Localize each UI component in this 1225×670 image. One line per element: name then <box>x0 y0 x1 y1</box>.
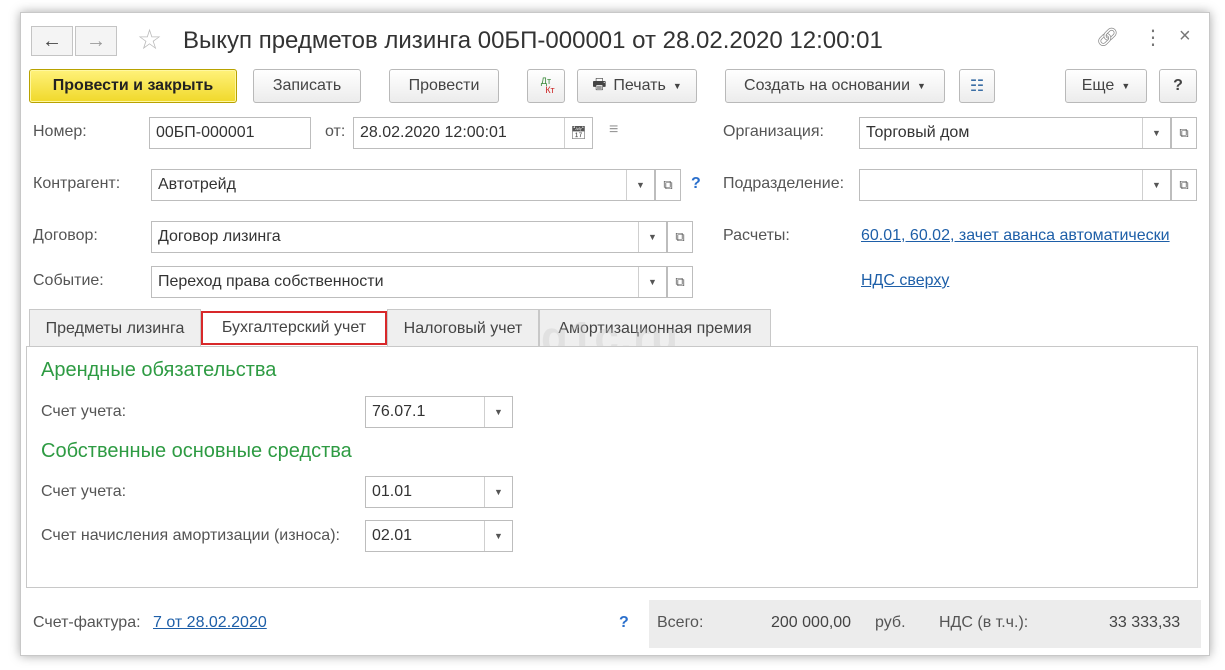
own-account-field[interactable]: 01.01 ▼ <box>365 476 513 508</box>
organization-value: Торговый дом <box>866 124 970 141</box>
contract-label: Договор: <box>33 227 98 244</box>
close-icon[interactable]: × <box>1179 25 1191 48</box>
depreciation-account-value: 02.01 <box>372 527 413 544</box>
organization-label: Организация: <box>723 123 824 140</box>
chevron-down-icon: ▼ <box>917 81 926 91</box>
kt-label: Кт <box>545 85 555 95</box>
lease-account-field[interactable]: 76.07.1 ▼ <box>365 396 513 428</box>
date-field[interactable]: 28.02.2020 12:00:01 📅︎ <box>353 117 593 149</box>
organization-field[interactable]: Торговый дом ▼ <box>859 117 1171 149</box>
subdivision-label: Подразделение: <box>723 175 845 192</box>
depreciation-account-field[interactable]: 02.01 ▼ <box>365 520 513 552</box>
event-label: Событие: <box>33 272 104 289</box>
print-label: Печать <box>613 77 666 94</box>
post-and-close-button[interactable]: Провести и закрыть <box>29 69 237 103</box>
open-icon[interactable]: ⧉ <box>1171 117 1197 149</box>
contract-field[interactable]: Договор лизинга ▼ <box>151 221 667 253</box>
tab-tax-accounting[interactable]: Налоговый учет <box>387 309 539 347</box>
chevron-down-icon: ▼ <box>1121 81 1131 91</box>
create-based-on-label: Создать на основании <box>744 77 911 94</box>
lease-account-label: Счет учета: <box>41 403 127 420</box>
subdivision-field[interactable]: ▼ <box>859 169 1171 201</box>
tab-leasing-items[interactable]: Предметы лизинга <box>29 309 201 347</box>
counterparty-field[interactable]: Автотрейд ▼ <box>151 169 655 201</box>
own-fixed-assets-heading: Собственные основные средства <box>41 440 352 462</box>
contract-value: Договор лизинга <box>158 228 281 245</box>
forward-button[interactable]: → <box>75 26 117 56</box>
chevron-down-icon[interactable]: ▼ <box>1142 118 1170 148</box>
totals-bar: Всего: 200 000,00 руб. НДС (в т.ч.): 33 … <box>649 600 1201 648</box>
counterparty-help[interactable]: ? <box>691 175 701 193</box>
settlements-label: Расчеты: <box>723 227 790 244</box>
counterparty-value: Автотрейд <box>158 176 236 193</box>
save-button[interactable]: Записать <box>253 69 361 103</box>
arrow-left-icon: ← <box>42 29 62 52</box>
footer-help[interactable]: ? <box>619 614 629 632</box>
arrow-right-icon: → <box>86 29 106 52</box>
settlements-link[interactable]: 60.01, 60.02, зачет аванса автоматически <box>861 227 1170 245</box>
chevron-down-icon[interactable]: ▼ <box>626 170 654 200</box>
chevron-down-icon: ▼ <box>672 81 682 91</box>
more-vertical-icon[interactable]: ⋮ <box>1143 25 1163 50</box>
number-label: Номер: <box>33 123 87 140</box>
create-based-on-button[interactable]: Создать на основании ▼ <box>725 69 945 103</box>
invoice-label: Счет-фактура: <box>33 614 141 631</box>
open-icon[interactable]: ⧉ <box>667 266 693 298</box>
accounting-panel: Арендные обязательства Счет учета: 76.07… <box>26 346 1198 588</box>
currency-label: руб. <box>875 614 906 631</box>
open-icon[interactable]: ⧉ <box>667 221 693 253</box>
open-icon[interactable]: ⧉ <box>655 169 681 201</box>
print-button[interactable]: 🖶︎ Печать ▼ <box>577 69 697 103</box>
chevron-down-icon[interactable]: ▼ <box>1142 170 1170 200</box>
total-value: 200 000,00 <box>771 614 852 631</box>
tab-accounting[interactable]: Бухгалтерский учет <box>201 311 387 345</box>
structure-button[interactable]: ☷ <box>959 69 995 103</box>
post-button[interactable]: Провести <box>389 69 499 103</box>
help-button[interactable]: ? <box>1159 69 1197 103</box>
depreciation-account-label: Счет начисления амортизации (износа): <box>41 527 340 544</box>
vat-label: НДС (в т.ч.): <box>939 614 1029 631</box>
vat-on-top-link[interactable]: НДС сверху <box>861 272 949 290</box>
chevron-down-icon[interactable]: ▼ <box>484 477 512 507</box>
more-label: Еще <box>1081 77 1115 94</box>
date-value: 28.02.2020 12:00:01 <box>360 124 507 141</box>
vat-value: 33 333,33 <box>1109 614 1181 631</box>
own-account-value: 01.01 <box>372 483 413 500</box>
document-window: ← → ☆ Выкуп предметов лизинга 00БП-00000… <box>20 12 1210 656</box>
star-icon[interactable]: ☆ <box>137 23 162 56</box>
event-value: Переход права собственности <box>158 273 384 290</box>
hierarchy-icon: ☷ <box>969 78 985 95</box>
chevron-down-icon[interactable]: ▼ <box>638 267 666 297</box>
calendar-icon[interactable]: 📅︎ <box>564 118 592 148</box>
invoice-link[interactable]: 7 от 28.02.2020 <box>153 614 267 632</box>
total-label: Всего: <box>657 614 704 631</box>
lease-account-value: 76.07.1 <box>372 403 426 420</box>
comment-icon[interactable]: ≡ <box>609 121 618 139</box>
chevron-down-icon[interactable]: ▼ <box>484 521 512 551</box>
lease-obligations-heading: Арендные обязательства <box>41 359 277 381</box>
date-from-label: от: <box>325 123 346 140</box>
open-icon[interactable]: ⧉ <box>1171 169 1197 201</box>
printer-icon: 🖶︎ <box>592 75 607 93</box>
chevron-down-icon[interactable]: ▼ <box>484 397 512 427</box>
event-field[interactable]: Переход права собственности ▼ <box>151 266 667 298</box>
dt-kt-button[interactable]: Дт Кт <box>527 69 565 103</box>
window-title: Выкуп предметов лизинга 00БП-000001 от 2… <box>183 27 883 54</box>
link-icon[interactable]: 🔗︎ <box>1096 27 1119 48</box>
counterparty-label: Контрагент: <box>33 175 121 192</box>
more-button[interactable]: Еще ▼ <box>1065 69 1147 103</box>
number-field[interactable]: 00БП-000001 <box>149 117 311 149</box>
own-account-label: Счет учета: <box>41 483 127 500</box>
chevron-down-icon[interactable]: ▼ <box>638 222 666 252</box>
back-button[interactable]: ← <box>31 26 73 56</box>
